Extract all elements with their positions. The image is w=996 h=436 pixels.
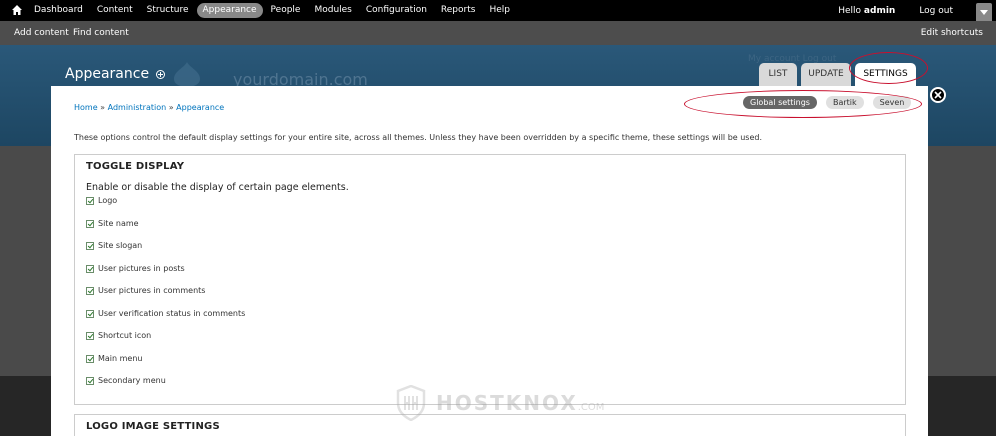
checkbox-site-slogan[interactable]: Site slogan — [86, 241, 142, 250]
fieldset-legend: LOGO IMAGE SETTINGS — [86, 421, 220, 432]
shortcut-toggle-button[interactable] — [976, 3, 992, 21]
admin-toolbar: Dashboard Content Structure Appearance P… — [0, 0, 996, 21]
checkbox-checked-icon[interactable] — [86, 241, 94, 250]
overlay-dialog: Home » Administration » Appearance Globa… — [51, 86, 928, 436]
checkbox-checked-icon[interactable] — [86, 309, 94, 318]
checkbox-label: User pictures in posts — [98, 264, 185, 273]
user-menu: Hello admin Log out — [838, 0, 953, 21]
hello-label: Hello — [838, 5, 862, 16]
checkbox-label: Secondary menu — [98, 376, 166, 385]
page-title: Appearance — [65, 66, 150, 82]
breadcrumb-administration[interactable]: Administration — [108, 103, 167, 112]
checkbox-label: Logo — [98, 196, 118, 205]
breadcrumb-home[interactable]: Home — [74, 103, 98, 112]
edit-shortcuts-link[interactable]: Edit shortcuts — [921, 28, 983, 38]
tab-update[interactable]: UPDATE — [801, 63, 851, 86]
checkbox-shortcut-icon[interactable]: Shortcut icon — [86, 331, 151, 340]
checkbox-user-pictures-posts[interactable]: User pictures in posts — [86, 264, 185, 273]
checkbox-checked-icon[interactable] — [86, 286, 94, 295]
checkbox-main-menu[interactable]: Main menu — [86, 354, 143, 363]
watermark-suffix: .COM — [577, 402, 605, 413]
toolbar-item-people[interactable]: People — [265, 3, 307, 18]
toolbar-item-structure[interactable]: Structure — [141, 3, 195, 18]
close-overlay-button[interactable] — [930, 87, 946, 103]
checkbox-label: Site slogan — [98, 241, 143, 250]
breadcrumb-appearance[interactable]: Appearance — [176, 103, 224, 112]
toolbar-item-dashboard[interactable]: Dashboard — [28, 3, 89, 18]
checkbox-checked-icon[interactable] — [86, 196, 94, 205]
checkbox-checked-icon[interactable] — [86, 376, 94, 385]
fieldset-description: Enable or disable the display of certain… — [86, 182, 349, 193]
toolbar-item-reports[interactable]: Reports — [435, 3, 482, 18]
checkbox-logo[interactable]: Logo — [86, 196, 117, 205]
checkbox-user-verification-status[interactable]: User verification status in comments — [86, 309, 245, 318]
checkbox-checked-icon[interactable] — [86, 331, 94, 340]
subtab-seven[interactable]: Seven — [872, 96, 912, 109]
tab-settings[interactable]: SETTINGS — [855, 63, 916, 86]
drupal-logo-icon — [174, 62, 200, 87]
toolbar-item-appearance[interactable]: Appearance — [196, 3, 263, 18]
toggle-display-fieldset: TOGGLE DISPLAY Enable or disable the dis… — [74, 154, 906, 405]
user-greeting: Hello admin — [838, 6, 895, 16]
breadcrumb-separator: » — [168, 103, 174, 112]
username-link[interactable]: admin — [864, 6, 895, 16]
subtab-bartik[interactable]: Bartik — [825, 96, 864, 109]
home-icon[interactable] — [12, 5, 22, 15]
intro-text: These options control the default displa… — [74, 133, 763, 142]
checkbox-secondary-menu[interactable]: Secondary menu — [86, 376, 166, 385]
theme-subtabs: Global settings Bartik Seven — [734, 96, 912, 109]
checkbox-label: Shortcut icon — [98, 331, 152, 340]
checkbox-checked-icon[interactable] — [86, 219, 94, 228]
toolbar-item-content[interactable]: Content — [91, 3, 139, 18]
tab-list[interactable]: LIST — [759, 63, 797, 86]
checkbox-label: Main menu — [98, 354, 143, 363]
breadcrumb-separator: » — [100, 103, 106, 112]
checkbox-user-pictures-comments[interactable]: User pictures in comments — [86, 286, 205, 295]
add-content-link[interactable]: Add content — [14, 28, 69, 38]
fieldset-legend: TOGGLE DISPLAY — [86, 161, 185, 172]
watermark-text: HOSTKNOX.COM — [436, 391, 604, 415]
toolbar-item-help[interactable]: Help — [483, 3, 516, 18]
shortcut-bar: Add content Find content Edit shortcuts — [0, 21, 996, 45]
breadcrumb: Home » Administration » Appearance — [74, 103, 224, 112]
checkbox-checked-icon[interactable] — [86, 264, 94, 273]
add-shortcut-icon[interactable] — [156, 70, 165, 79]
watermark-brand: HOSTKNOX — [436, 391, 578, 415]
checkbox-checked-icon[interactable] — [86, 354, 94, 363]
shield-icon — [396, 385, 426, 421]
checkbox-site-name[interactable]: Site name — [86, 219, 139, 228]
logout-link[interactable]: Log out — [919, 6, 953, 16]
close-icon — [934, 91, 942, 99]
checkbox-label: Site name — [98, 219, 139, 228]
watermark: HOSTKNOX.COM — [396, 385, 604, 421]
subtab-global-settings[interactable]: Global settings — [743, 96, 817, 109]
chevron-down-icon — [980, 10, 988, 15]
checkbox-label: User pictures in comments — [98, 286, 206, 295]
checkbox-label: User verification status in comments — [98, 309, 246, 318]
find-content-link[interactable]: Find content — [73, 28, 129, 38]
toolbar-item-configuration[interactable]: Configuration — [360, 3, 433, 18]
toolbar-menu: Dashboard Content Structure Appearance P… — [28, 0, 518, 21]
toolbar-item-modules[interactable]: Modules — [308, 3, 357, 18]
